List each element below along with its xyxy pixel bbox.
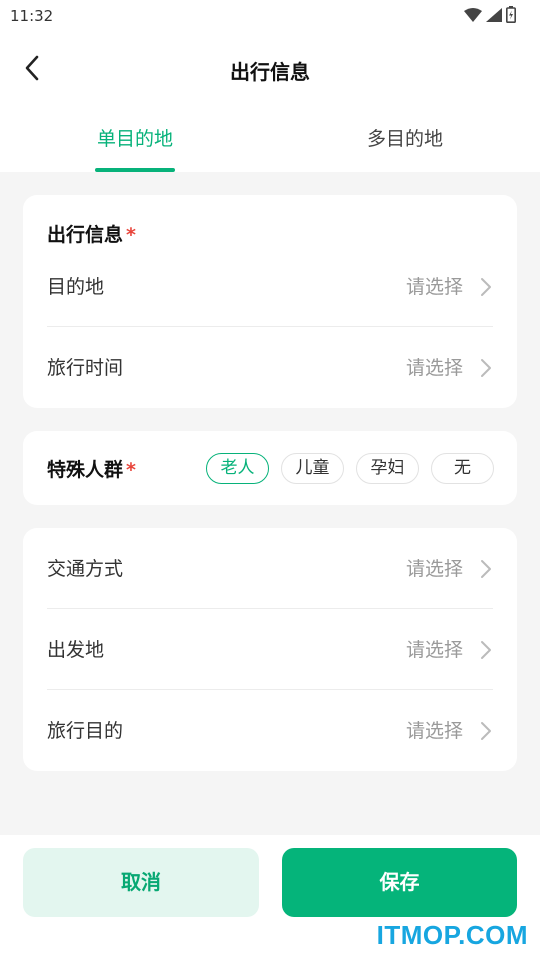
- special-group-card: 特殊人群 * 老人 儿童 孕妇 无: [23, 431, 517, 505]
- chip-elderly[interactable]: 老人: [206, 453, 269, 484]
- tab-multi-destination[interactable]: 多目的地: [305, 104, 505, 172]
- travel-info-heading: 出行信息 *: [47, 220, 136, 247]
- purpose-label: 旅行目的: [47, 720, 124, 742]
- chevron-right-icon: [481, 359, 491, 377]
- wifi-icon: [464, 7, 482, 22]
- chevron-right-icon: [481, 278, 491, 296]
- departure-value: 请选择: [405, 639, 463, 661]
- special-group-heading: 特殊人群 *: [47, 455, 136, 482]
- travel-time-label: 旅行时间: [47, 357, 124, 379]
- chip-none[interactable]: 无: [431, 453, 494, 484]
- row-divider: [47, 326, 493, 327]
- page-title: 出行信息: [230, 60, 310, 84]
- tab-bar: 单目的地 多目的地: [0, 104, 540, 172]
- required-marker: *: [126, 459, 136, 481]
- other-info-card: 交通方式 请选择 出发地 请选择 旅行目的 请选择: [23, 528, 517, 771]
- purpose-row[interactable]: 旅行目的 请选择: [47, 691, 493, 771]
- transport-row[interactable]: 交通方式 请选择: [47, 529, 493, 609]
- departure-row[interactable]: 出发地 请选择: [47, 610, 493, 690]
- chevron-right-icon: [481, 641, 491, 659]
- row-divider: [47, 689, 493, 690]
- status-time: 11:32: [10, 7, 54, 25]
- travel-info-card: 出行信息 * 目的地 请选择 旅行时间 请选择: [23, 195, 517, 408]
- save-button[interactable]: 保存: [282, 848, 517, 917]
- destination-label: 目的地: [47, 276, 105, 298]
- destination-row[interactable]: 目的地 请选择: [47, 247, 493, 327]
- tab-active-indicator: [95, 168, 175, 172]
- travel-info-heading-text: 出行信息: [47, 224, 124, 246]
- transport-label: 交通方式: [47, 558, 124, 580]
- cancel-button[interactable]: 取消: [23, 848, 259, 917]
- watermark: ITMOP.COM: [376, 920, 528, 950]
- chip-children[interactable]: 儿童: [281, 453, 344, 484]
- transport-value: 请选择: [405, 558, 463, 580]
- status-icons: [464, 6, 516, 23]
- chevron-right-icon: [481, 722, 491, 740]
- signal-icon: [486, 7, 502, 22]
- departure-label: 出发地: [47, 639, 105, 661]
- battery-icon: [506, 6, 516, 23]
- special-group-heading-text: 特殊人群: [47, 459, 124, 481]
- travel-time-value: 请选择: [405, 357, 463, 379]
- row-divider: [47, 608, 493, 609]
- required-marker: *: [126, 224, 136, 246]
- tab-single-destination[interactable]: 单目的地: [35, 104, 235, 172]
- travel-time-row[interactable]: 旅行时间 请选择: [47, 328, 493, 408]
- destination-value: 请选择: [405, 276, 463, 298]
- header: 出行信息: [0, 32, 540, 104]
- purpose-value: 请选择: [405, 720, 463, 742]
- status-bar: 11:32: [0, 0, 540, 32]
- chevron-right-icon: [481, 560, 491, 578]
- chip-pregnant[interactable]: 孕妇: [356, 453, 419, 484]
